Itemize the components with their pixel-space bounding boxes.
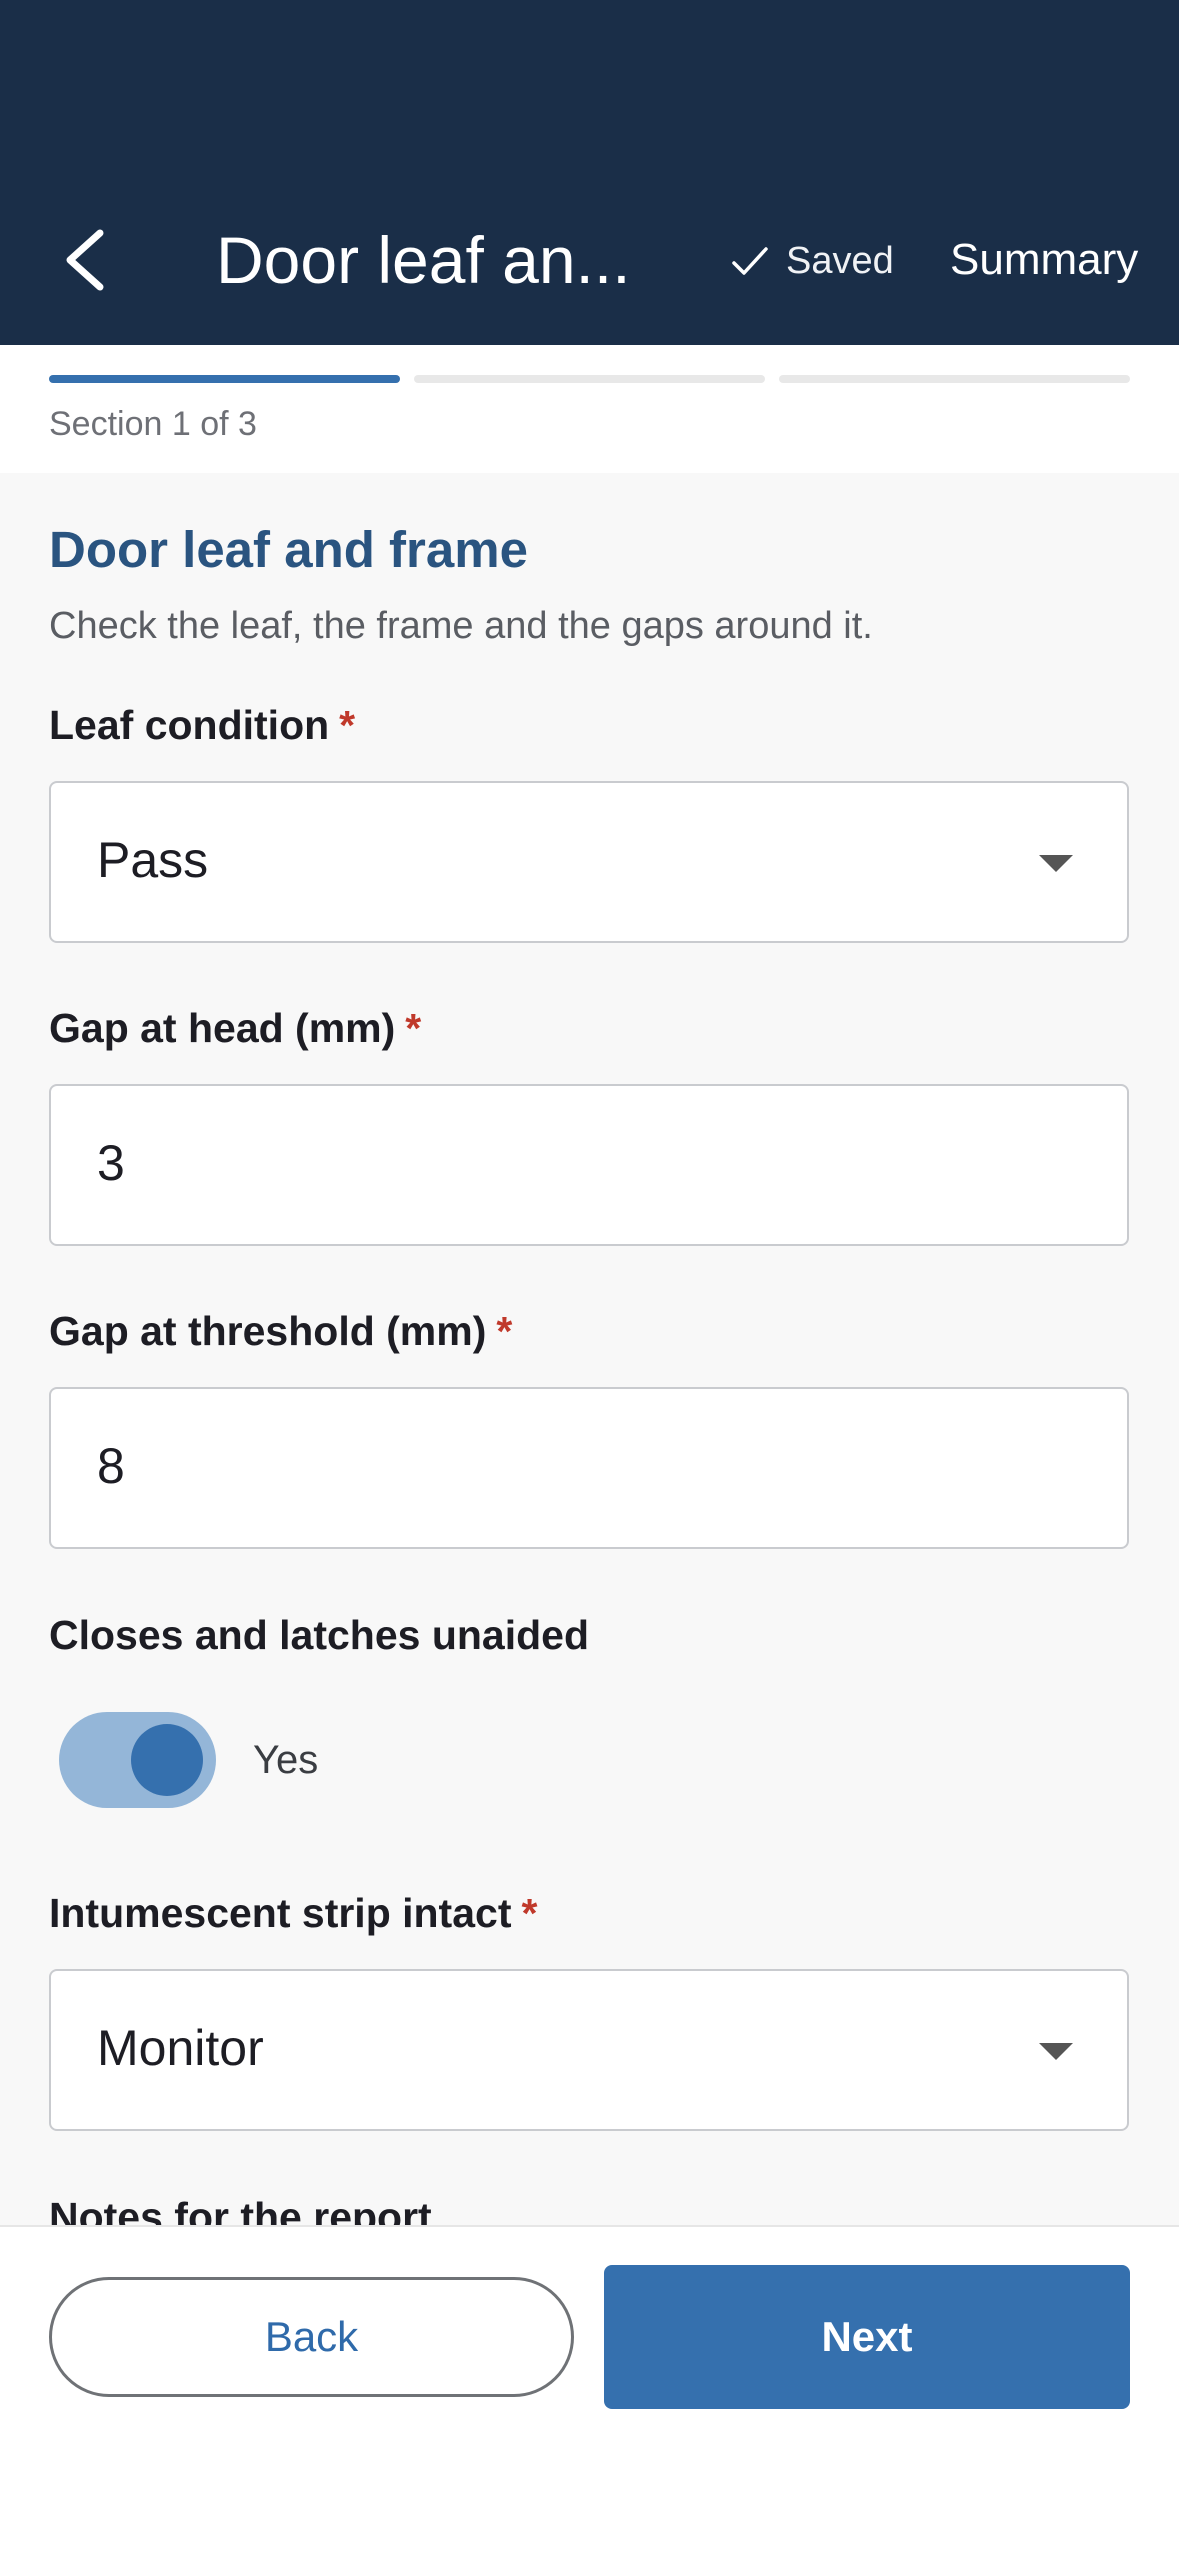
back-button[interactable]: Back (49, 2277, 574, 2397)
intumescent-label: Intumescent strip intact * (49, 1890, 538, 1936)
section-subtitle: Check the leaf, the frame and the gaps a… (49, 605, 873, 647)
page-title: Door leaf an... (216, 223, 631, 297)
section-progress: Section 1 of 3 (0, 345, 1179, 473)
closes-latches-toggle[interactable] (59, 1712, 216, 1808)
progress-segment-3 (779, 375, 1130, 383)
intumescent-select[interactable]: Monitor (49, 1969, 1129, 2131)
closes-latches-value: Yes (253, 1738, 319, 1782)
leaf-condition-label: Leaf condition * (49, 702, 356, 748)
leaf-condition-select[interactable]: Pass (49, 781, 1129, 943)
check-icon (732, 247, 768, 275)
section-counter: Section 1 of 3 (49, 405, 257, 443)
progress-segment-1 (49, 375, 400, 383)
required-marker: * (339, 702, 356, 748)
toggle-knob (131, 1724, 203, 1796)
dropdown-caret-icon (1039, 2043, 1073, 2060)
back-arrow-icon[interactable] (58, 225, 112, 295)
gap-head-label: Gap at head (mm) * (49, 1005, 422, 1051)
required-marker: * (496, 1308, 513, 1354)
gap-threshold-label: Gap at threshold (mm) * (49, 1308, 513, 1354)
progress-segment-2 (414, 375, 765, 383)
gap-head-input[interactable]: 3 (49, 1084, 1129, 1246)
next-button[interactable]: Next (604, 2265, 1130, 2409)
section-title: Door leaf and frame (49, 521, 528, 578)
required-marker: * (521, 1890, 538, 1936)
closes-latches-label: Closes and latches unaided (49, 1612, 589, 1658)
gap-head-value: 3 (97, 1135, 125, 1191)
required-marker: * (405, 1005, 422, 1051)
form-footer: Back Next (0, 2225, 1179, 2558)
intumescent-value: Monitor (97, 2020, 264, 2076)
saved-status: Saved (730, 236, 894, 286)
app-header: Door leaf an... Saved Summary (0, 0, 1179, 345)
dropdown-caret-icon (1039, 855, 1073, 872)
saved-label: Saved (786, 239, 894, 282)
leaf-condition-value: Pass (97, 832, 209, 888)
notes-label: Notes for the report (49, 2194, 432, 2226)
gap-threshold-value: 8 (97, 1438, 125, 1494)
summary-button[interactable]: Summary (950, 230, 1138, 290)
gap-threshold-input[interactable]: 8 (49, 1387, 1129, 1549)
